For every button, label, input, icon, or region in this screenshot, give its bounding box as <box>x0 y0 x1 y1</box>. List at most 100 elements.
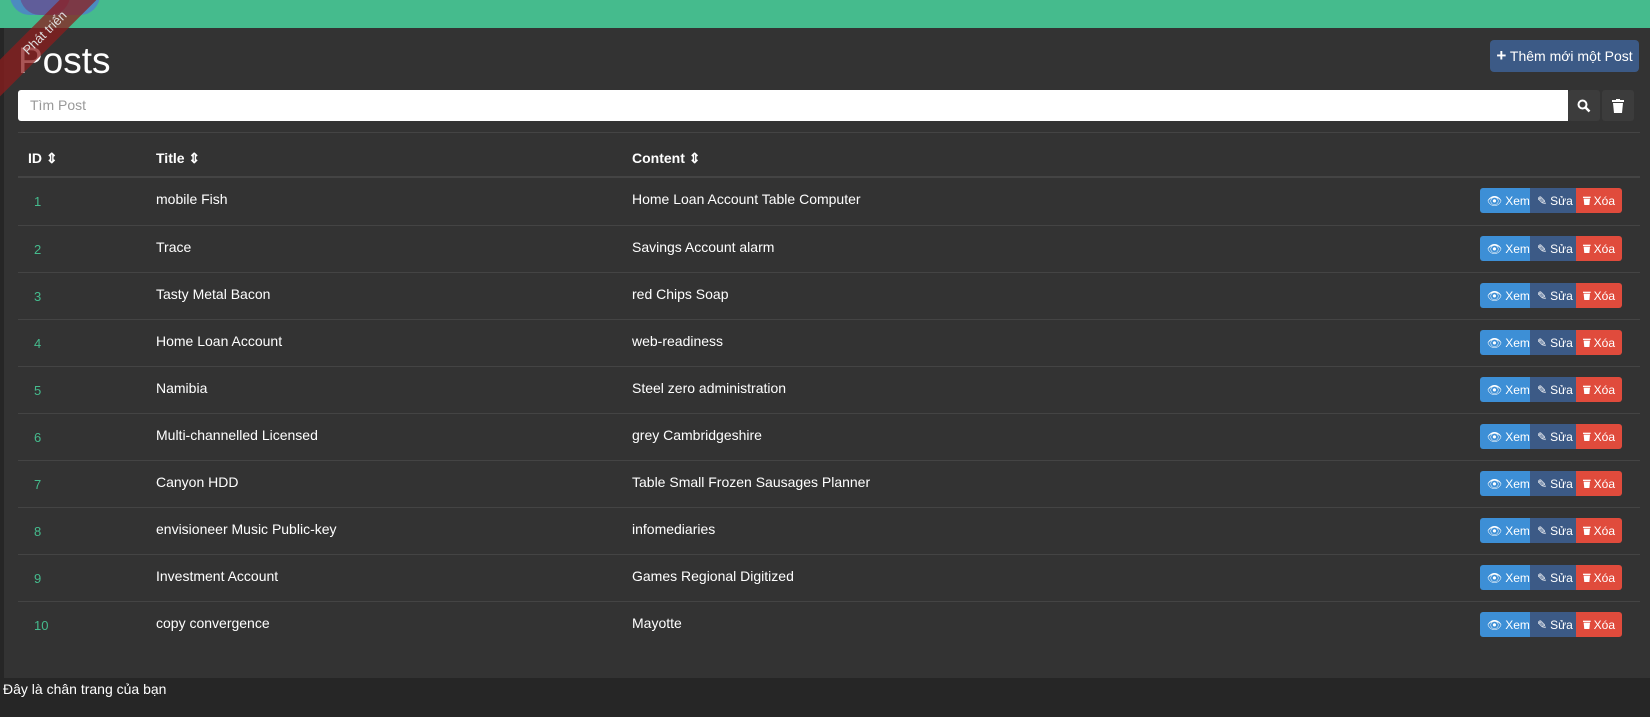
row-content: grey Cambridgeshire <box>632 427 762 443</box>
table-row: 4 Home Loan Account web-readiness 👁 Xem ✎… <box>18 319 1640 366</box>
sort-icon: ⇕ <box>45 150 58 166</box>
row-id[interactable]: 5 <box>34 383 41 398</box>
view-button[interactable]: 👁 Xem <box>1480 283 1530 308</box>
row-actions: 👁 Xem ✎ Sửa Xóa <box>1480 471 1622 496</box>
delete-label: Xóa <box>1593 288 1615 303</box>
delete-button[interactable]: Xóa <box>1576 612 1622 637</box>
view-button[interactable]: 👁 Xem <box>1480 471 1530 496</box>
trash-icon <box>1583 479 1591 488</box>
edit-button[interactable]: ✎ Sửa <box>1530 283 1576 308</box>
view-button[interactable]: 👁 Xem <box>1480 424 1530 449</box>
main-panel: Posts + Thêm mới một Post Tìm Post ID ⇕ … <box>4 28 1650 678</box>
view-button[interactable]: 👁 Xem <box>1480 612 1530 637</box>
delete-button[interactable]: Xóa <box>1576 188 1622 213</box>
edit-button[interactable]: ✎ Sửa <box>1530 471 1576 496</box>
table-row: 10 copy convergence Mayotte 👁 Xem ✎ Sửa Xó… <box>18 601 1640 648</box>
table-row: 2 Trace Savings Account alarm 👁 Xem ✎ Sửa … <box>18 225 1640 272</box>
delete-button[interactable]: Xóa <box>1576 330 1622 355</box>
eye-icon: 👁 <box>1487 382 1503 397</box>
edit-button[interactable]: ✎ Sửa <box>1530 565 1576 590</box>
column-label: Title <box>156 150 185 166</box>
pencil-icon: ✎ <box>1537 288 1548 303</box>
sort-icon: ⇕ <box>688 150 701 166</box>
table-row: 9 Investment Account Games Regional Digi… <box>18 554 1640 601</box>
row-id[interactable]: 8 <box>34 524 41 539</box>
view-label: Xem <box>1505 288 1530 303</box>
trash-icon <box>1583 526 1591 535</box>
edit-button[interactable]: ✎ Sửa <box>1530 330 1576 355</box>
view-button[interactable]: 👁 Xem <box>1480 565 1530 590</box>
view-label: Xem <box>1505 523 1530 538</box>
edit-button[interactable]: ✎ Sửa <box>1530 424 1576 449</box>
edit-label: Sửa <box>1550 617 1573 632</box>
row-title: Trace <box>156 239 192 255</box>
delete-button[interactable]: Xóa <box>1576 283 1622 308</box>
edit-button[interactable]: ✎ Sửa <box>1530 236 1576 261</box>
delete-button[interactable]: Xóa <box>1576 518 1622 543</box>
delete-button[interactable]: Xóa <box>1576 236 1622 261</box>
edit-button[interactable]: ✎ Sửa <box>1530 518 1576 543</box>
column-header-id[interactable]: ID ⇕ <box>28 150 58 167</box>
eye-icon: 👁 <box>1487 570 1503 585</box>
search-button[interactable] <box>1568 90 1600 121</box>
edit-button[interactable]: ✎ Sửa <box>1530 188 1576 213</box>
view-button[interactable]: 👁 Xem <box>1480 377 1530 402</box>
edit-label: Sửa <box>1550 476 1573 491</box>
pencil-icon: ✎ <box>1537 241 1548 256</box>
row-id[interactable]: 6 <box>34 430 41 445</box>
row-id[interactable]: 7 <box>34 477 41 492</box>
delete-button[interactable]: Xóa <box>1576 565 1622 590</box>
trash-icon <box>1583 573 1591 582</box>
pencil-icon: ✎ <box>1537 335 1548 350</box>
table-row: 3 Tasty Metal Bacon red Chips Soap 👁 Xem … <box>18 272 1640 319</box>
search-icon <box>1577 99 1591 112</box>
row-actions: 👁 Xem ✎ Sửa Xóa <box>1480 612 1622 637</box>
view-label: Xem <box>1505 241 1530 256</box>
row-actions: 👁 Xem ✎ Sửa Xóa <box>1480 377 1622 402</box>
view-label: Xem <box>1505 382 1530 397</box>
view-button[interactable]: 👁 Xem <box>1480 188 1530 213</box>
delete-button[interactable]: Xóa <box>1576 424 1622 449</box>
row-id[interactable]: 10 <box>34 618 48 633</box>
eye-icon: 👁 <box>1487 476 1503 491</box>
trash-icon <box>1612 98 1624 113</box>
search-input[interactable]: Tìm Post <box>18 90 1568 121</box>
row-id[interactable]: 1 <box>34 194 41 209</box>
pencil-icon: ✎ <box>1537 523 1548 538</box>
pencil-icon: ✎ <box>1537 193 1548 208</box>
column-header-title[interactable]: Title ⇕ <box>156 150 200 167</box>
row-id[interactable]: 4 <box>34 336 41 351</box>
delete-button[interactable]: Xóa <box>1576 471 1622 496</box>
pencil-icon: ✎ <box>1537 570 1548 585</box>
edit-label: Sửa <box>1550 335 1573 350</box>
row-title: Namibia <box>156 380 208 396</box>
row-actions: 👁 Xem ✎ Sửa Xóa <box>1480 330 1622 355</box>
view-button[interactable]: 👁 Xem <box>1480 518 1530 543</box>
view-button[interactable]: 👁 Xem <box>1480 330 1530 355</box>
row-content: Savings Account alarm <box>632 239 775 255</box>
trash-icon <box>1583 291 1591 300</box>
edit-button[interactable]: ✎ Sửa <box>1530 612 1576 637</box>
view-button[interactable]: 👁 Xem <box>1480 236 1530 261</box>
delete-button[interactable]: Xóa <box>1576 377 1622 402</box>
column-header-content[interactable]: Content ⇕ <box>632 150 701 167</box>
row-content: Home Loan Account Table Computer <box>632 191 861 207</box>
row-actions: 👁 Xem ✎ Sửa Xóa <box>1480 188 1622 213</box>
table-row: 1 mobile Fish Home Loan Account Table Co… <box>18 178 1640 225</box>
eye-icon: 👁 <box>1487 335 1503 350</box>
row-actions: 👁 Xem ✎ Sửa Xóa <box>1480 424 1622 449</box>
eye-icon: 👁 <box>1487 523 1503 538</box>
eye-icon: 👁 <box>1487 617 1503 632</box>
row-id[interactable]: 3 <box>34 289 41 304</box>
add-post-button[interactable]: + Thêm mới một Post <box>1490 40 1639 72</box>
table-row: 6 Multi-channelled Licensed grey Cambrid… <box>18 413 1640 460</box>
row-id[interactable]: 2 <box>34 242 41 257</box>
plus-icon: + <box>1496 46 1507 65</box>
clear-search-button[interactable] <box>1602 90 1634 121</box>
edit-button[interactable]: ✎ Sửa <box>1530 377 1576 402</box>
edit-label: Sửa <box>1550 382 1573 397</box>
row-id[interactable]: 9 <box>34 571 41 586</box>
delete-label: Xóa <box>1593 193 1615 208</box>
row-title: envisioneer Music Public-key <box>156 521 337 537</box>
row-content: Table Small Frozen Sausages Planner <box>632 474 871 490</box>
